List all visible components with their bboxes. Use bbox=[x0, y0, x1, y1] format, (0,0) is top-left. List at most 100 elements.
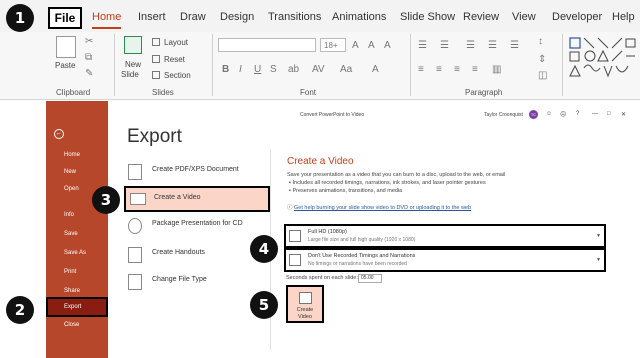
ribbon-separator bbox=[562, 34, 563, 96]
increase-font-icon[interactable]: A bbox=[352, 40, 359, 51]
quality-subtitle: Large file size and full high quality (1… bbox=[308, 237, 416, 243]
help-link[interactable]: ⓘ Get help burning your slide show video… bbox=[287, 203, 471, 211]
layout-button[interactable]: Layout bbox=[164, 38, 188, 47]
align-center-icon[interactable]: ≡ bbox=[436, 64, 442, 75]
help-icon[interactable]: ? bbox=[576, 111, 579, 117]
maximize-icon[interactable]: □ bbox=[607, 111, 611, 117]
avatar[interactable]: TC bbox=[529, 110, 538, 119]
tab-draw[interactable]: Draw bbox=[180, 11, 206, 23]
reset-icon bbox=[152, 55, 160, 63]
minimize-icon[interactable]: — bbox=[592, 111, 598, 117]
sidebar-item-share[interactable]: Share bbox=[46, 284, 108, 298]
highlight-icon[interactable]: Aa bbox=[340, 64, 352, 75]
numbering-icon[interactable]: ☰ bbox=[440, 40, 449, 51]
font-size-input[interactable]: 18+ bbox=[320, 38, 346, 52]
frown-icon[interactable]: ☹ bbox=[560, 111, 566, 118]
tab-animations[interactable]: Animations bbox=[332, 11, 386, 23]
change-case-icon[interactable]: AV bbox=[312, 64, 325, 75]
line-spacing-icon[interactable]: ☰ bbox=[510, 40, 519, 51]
back-arrow-icon[interactable]: ← bbox=[54, 129, 64, 139]
underline-icon[interactable]: U bbox=[254, 64, 261, 75]
option-package-cd[interactable]: Package Presentation for CD bbox=[124, 214, 270, 238]
sidebar-item-export[interactable]: Export bbox=[46, 297, 108, 317]
bold-icon[interactable]: B bbox=[222, 64, 229, 75]
decrease-indent-icon[interactable]: ☰ bbox=[466, 40, 475, 51]
group-font-label: Font bbox=[300, 88, 317, 97]
tab-slide-show[interactable]: Slide Show bbox=[400, 11, 455, 23]
option-create-pdf[interactable]: Create PDF/XPS Document bbox=[124, 160, 270, 184]
smile-icon[interactable]: ☺ bbox=[546, 111, 552, 117]
seconds-label: Seconds spent on each slide: bbox=[286, 275, 358, 281]
create-video-label-2: Video bbox=[298, 314, 312, 320]
strikethrough-icon[interactable]: S bbox=[270, 64, 277, 75]
sidebar-item-home[interactable]: Home bbox=[46, 148, 108, 162]
reset-button[interactable]: Reset bbox=[164, 55, 185, 64]
sidebar-item-save[interactable]: Save bbox=[46, 227, 108, 241]
tab-view[interactable]: View bbox=[512, 11, 536, 23]
video-icon bbox=[130, 193, 146, 205]
option-label: Create Handouts bbox=[152, 249, 205, 256]
ribbon-separator bbox=[114, 34, 115, 96]
tab-design[interactable]: Design bbox=[220, 11, 254, 23]
option-label: Create a Video bbox=[154, 194, 201, 201]
tab-home[interactable]: Home bbox=[92, 11, 122, 29]
new-slide-icon[interactable] bbox=[124, 36, 142, 54]
option-create-video[interactable]: Create a Video bbox=[124, 186, 270, 212]
align-right-icon[interactable]: ≡ bbox=[454, 64, 460, 75]
section-button[interactable]: Section bbox=[164, 71, 191, 80]
font-name-input[interactable] bbox=[218, 38, 316, 52]
paste-icon[interactable] bbox=[56, 36, 76, 58]
text-direction-icon[interactable]: ↕ bbox=[538, 36, 543, 47]
new-slide-label-1: New bbox=[125, 60, 142, 69]
columns-icon[interactable]: ▥ bbox=[492, 64, 501, 75]
align-left-icon[interactable]: ≡ bbox=[418, 64, 424, 75]
italic-icon[interactable]: I bbox=[239, 64, 242, 75]
justify-icon[interactable]: ≡ bbox=[472, 64, 478, 75]
seconds-input[interactable]: 05.00 bbox=[358, 274, 382, 283]
tab-file[interactable]: File bbox=[48, 7, 82, 29]
ribbon-tab-bar: File Home Insert Draw Design Transitions… bbox=[0, 0, 640, 32]
shapes-gallery[interactable] bbox=[568, 36, 636, 80]
ribbon-separator bbox=[410, 34, 411, 96]
align-text-icon[interactable]: ⇕ bbox=[538, 54, 546, 65]
bullet-1-text: Includes all recorded timings, narration… bbox=[292, 180, 486, 186]
no-timings-icon bbox=[289, 254, 301, 266]
tab-developer[interactable]: Developer bbox=[552, 11, 602, 23]
smartart-icon[interactable]: ◫ bbox=[538, 70, 547, 81]
layout-icon bbox=[152, 38, 160, 46]
ribbon-separator bbox=[212, 34, 213, 96]
backstage-sidebar: ← Home New Open Info Save Save As Print … bbox=[46, 101, 108, 358]
sidebar-item-close[interactable]: Close bbox=[46, 318, 108, 332]
sidebar-item-print[interactable]: Print bbox=[46, 265, 108, 279]
option-label: Package Presentation for CD bbox=[152, 220, 243, 227]
step-marker-1: 1 bbox=[6, 4, 34, 32]
font-color-icon[interactable]: A bbox=[372, 64, 379, 75]
help-link-text[interactable]: Get help burning your slide show video t… bbox=[294, 205, 471, 211]
copy-icon[interactable]: ⧉ bbox=[85, 52, 92, 63]
quality-dropdown[interactable]: Full HD (1080p) Large file size and full… bbox=[284, 224, 606, 248]
step-marker-3: 3 bbox=[92, 186, 120, 214]
option-label: Change File Type bbox=[152, 276, 207, 283]
option-change-file-type[interactable]: Change File Type bbox=[124, 270, 270, 294]
create-video-button[interactable]: Create Video bbox=[286, 285, 324, 323]
format-painter-icon[interactable]: ✎ bbox=[85, 68, 93, 79]
create-video-label-1: Create bbox=[296, 307, 314, 313]
bullets-icon[interactable]: ☰ bbox=[418, 40, 427, 51]
clear-formatting-icon[interactable]: A bbox=[384, 40, 391, 51]
option-create-handouts[interactable]: Create Handouts bbox=[124, 243, 270, 267]
group-slides-label: Slides bbox=[152, 88, 174, 97]
decrease-font-icon[interactable]: A bbox=[368, 40, 375, 51]
increase-indent-icon[interactable]: ☰ bbox=[488, 40, 497, 51]
tab-review[interactable]: Review bbox=[463, 11, 499, 23]
tab-help[interactable]: Help bbox=[612, 11, 635, 23]
sidebar-item-save-as[interactable]: Save As bbox=[46, 246, 108, 260]
close-icon[interactable]: ✕ bbox=[621, 111, 626, 118]
character-spacing-icon[interactable]: ab bbox=[288, 64, 299, 75]
timings-dropdown[interactable]: Don't Use Recorded Timings and Narration… bbox=[284, 248, 606, 272]
timings-subtitle: No timings or narrations have been recor… bbox=[308, 261, 407, 267]
tab-transitions[interactable]: Transitions bbox=[268, 11, 321, 23]
cut-icon[interactable]: ✂ bbox=[85, 36, 93, 47]
tab-insert[interactable]: Insert bbox=[138, 11, 166, 23]
sidebar-item-new[interactable]: New bbox=[46, 165, 108, 179]
chevron-down-icon: ▼ bbox=[596, 257, 601, 263]
